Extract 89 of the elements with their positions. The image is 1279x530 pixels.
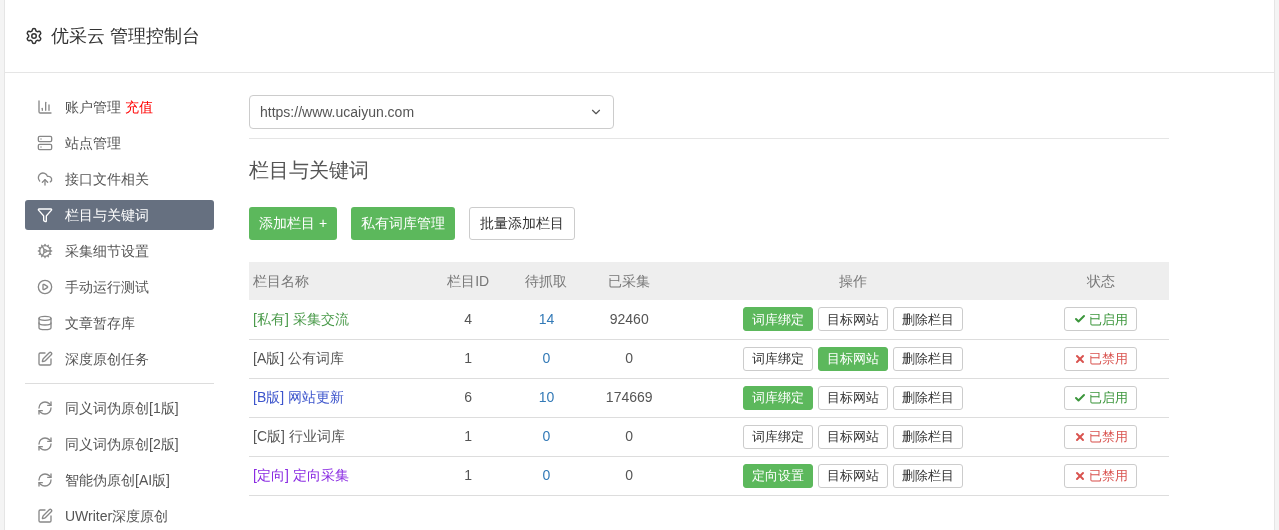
sidebar-label: 智能伪原创[AI版] <box>65 470 170 490</box>
category-link[interactable]: [C版] 行业词库 <box>253 428 345 444</box>
table-cell: 6 <box>464 389 473 405</box>
column-header: 操作 <box>838 272 867 289</box>
table-cell: 92460 <box>609 310 649 327</box>
column-header: 已采集 <box>608 272 651 289</box>
status-button[interactable]: 已启用 <box>1064 307 1138 332</box>
edit-icon <box>37 508 53 524</box>
edit-icon <box>37 351 53 367</box>
action-button[interactable]: 目标网站 <box>817 424 888 449</box>
sidebar-label: 同义词伪原创[2版] <box>65 434 179 454</box>
sidebar-item[interactable]: 文章暂存库 <box>25 308 214 338</box>
action-button[interactable]: 目标网站 <box>817 463 888 488</box>
status-button[interactable]: 已禁用 <box>1064 424 1138 449</box>
table-cell: 0 <box>625 428 634 444</box>
sidebar-label: 栏目与关键词 <box>65 205 149 225</box>
action-button[interactable]: 目标网站 <box>817 385 888 410</box>
sidebar-item[interactable]: 同义词伪原创[2版] <box>25 429 214 459</box>
refresh-icon <box>37 436 53 452</box>
table-cell: 0 <box>542 467 551 483</box>
column-header: 待抓取 <box>525 272 568 289</box>
settings-icon <box>25 27 43 45</box>
table-cell: 0 <box>542 350 551 366</box>
column-header: 栏目ID <box>447 272 490 289</box>
sidebar-label: UWriter深度原创 <box>65 506 169 526</box>
sidebar-item[interactable]: 栏目与关键词 <box>25 200 214 230</box>
server-icon <box>37 135 53 151</box>
sidebar-item[interactable]: 手动运行测试 <box>25 272 214 302</box>
sidebar-label: 深度原创任务 <box>65 349 149 369</box>
app-title: 优采云 管理控制台 <box>51 24 200 48</box>
close-icon <box>1073 430 1086 443</box>
action-button[interactable]: 词库绑定 <box>742 424 813 449</box>
refresh-icon <box>37 472 53 488</box>
sidebar-item[interactable]: 同义词伪原创[1版] <box>25 393 214 423</box>
sidebar-item[interactable]: 采集细节设置 <box>25 236 214 266</box>
category-link[interactable]: [私有] 采集交流 <box>253 310 349 327</box>
filter-icon <box>37 207 53 223</box>
sidebar-label: 采集细节设置 <box>65 241 149 261</box>
bar-chart-icon <box>37 99 53 115</box>
sidebar-label: 账户管理 <box>65 97 121 117</box>
recharge-link[interactable]: 充值 <box>125 96 153 118</box>
status-button[interactable]: 已禁用 <box>1064 346 1138 371</box>
action-button[interactable]: 删除栏目 <box>892 385 963 410</box>
refresh-icon <box>37 400 53 416</box>
table-cell: 0 <box>625 467 634 483</box>
status-button[interactable]: 已启用 <box>1064 385 1138 410</box>
action-button[interactable]: 删除栏目 <box>892 346 963 371</box>
status-button[interactable]: 已禁用 <box>1064 463 1138 488</box>
check-icon <box>1073 391 1086 404</box>
sidebar-label: 文章暂存库 <box>65 313 135 333</box>
sidebar-item[interactable]: 智能伪原创[AI版] <box>25 465 214 495</box>
toolbar-button[interactable]: 批量添加栏目 <box>469 207 576 240</box>
table-cell: 1 <box>464 350 473 366</box>
section-title: 栏目与关键词 <box>249 158 369 183</box>
table-cell: 4 <box>464 310 473 327</box>
sidebar-item[interactable]: 接口文件相关 <box>25 164 214 194</box>
table-cell: 0 <box>625 350 634 366</box>
sidebar-item[interactable]: 站点管理 <box>25 128 214 158</box>
close-icon <box>1073 469 1086 482</box>
category-link[interactable]: [定向] 定向采集 <box>253 467 349 483</box>
table-cell: 10 <box>538 389 555 405</box>
table-cell: 1 <box>464 467 473 483</box>
sidebar-label: 站点管理 <box>65 133 121 153</box>
cloud-upload-icon <box>37 171 53 187</box>
sidebar-item[interactable]: 深度原创任务 <box>25 344 214 374</box>
sidebar-label: 同义词伪原创[1版] <box>65 398 179 418</box>
close-icon <box>1073 352 1086 365</box>
check-icon <box>1073 313 1086 326</box>
table-cell: 174669 <box>605 389 653 405</box>
sidebar-label: 接口文件相关 <box>65 169 149 189</box>
action-button[interactable]: 删除栏目 <box>892 424 963 449</box>
category-link[interactable]: [B版] 网站更新 <box>253 389 344 405</box>
sidebar-label: 手动运行测试 <box>65 277 149 297</box>
table-cell: 0 <box>542 428 551 444</box>
column-header: 栏目名称 <box>253 272 309 289</box>
table-cell: 14 <box>538 310 555 327</box>
category-link[interactable]: [A版] 公有词库 <box>253 350 344 366</box>
action-button[interactable]: 目标网站 <box>817 307 888 332</box>
database-icon <box>37 315 53 331</box>
action-button[interactable]: 词库绑定 <box>742 346 813 371</box>
sidebar-item[interactable]: 账户管理 充值 <box>25 92 214 122</box>
play-icon <box>37 279 53 295</box>
action-button[interactable]: 删除栏目 <box>892 307 963 332</box>
gear-icon <box>37 243 53 259</box>
sidebar-item[interactable]: UWriter深度原创 <box>25 501 214 530</box>
action-button[interactable]: 删除栏目 <box>892 463 963 488</box>
column-header: 状态 <box>1086 272 1115 289</box>
site-select[interactable]: https://www.ucaiyun.com <box>249 95 614 129</box>
table-cell: 1 <box>464 428 473 444</box>
